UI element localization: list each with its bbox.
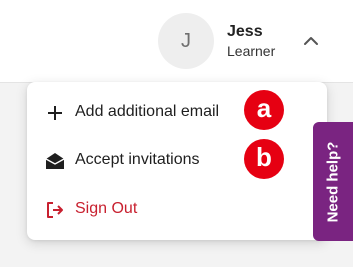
avatar[interactable]: J bbox=[158, 13, 214, 69]
need-help-tab[interactable]: Need help? bbox=[313, 122, 353, 241]
need-help-label: Need help? bbox=[324, 141, 342, 222]
chevron-up-icon[interactable] bbox=[302, 34, 320, 48]
sign-out-icon bbox=[47, 202, 63, 218]
plus-icon bbox=[48, 106, 62, 120]
add-email-label: Add additional email bbox=[75, 103, 220, 120]
annotation-marker-a: a bbox=[244, 90, 284, 130]
sign-out-label: Sign Out bbox=[75, 200, 138, 217]
user-role: Learner bbox=[227, 43, 276, 59]
user-name[interactable]: Jess bbox=[227, 23, 263, 41]
header-bar: J Jess Learner bbox=[0, 0, 353, 83]
annotation-marker-b: b bbox=[244, 139, 284, 179]
accept-invitations-label: Accept invitations bbox=[75, 151, 200, 168]
envelope-open-icon bbox=[45, 153, 65, 169]
sign-out-menu-item[interactable]: Sign Out bbox=[27, 189, 327, 229]
